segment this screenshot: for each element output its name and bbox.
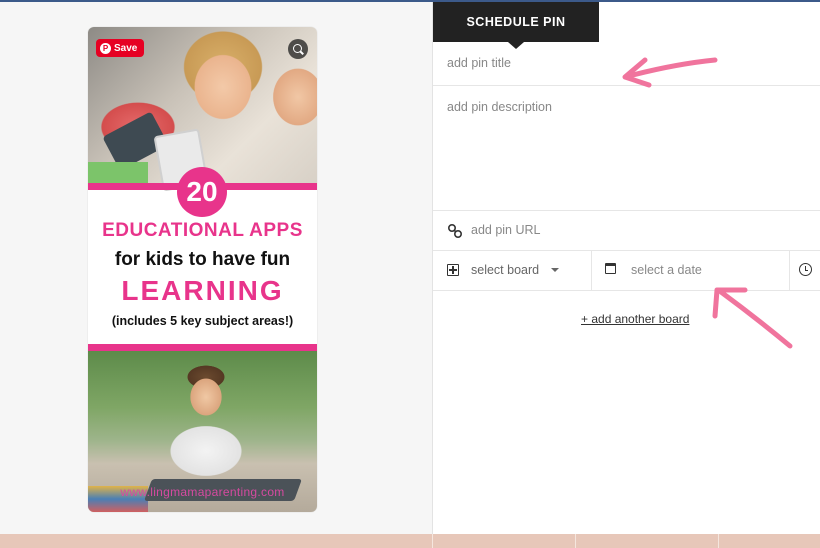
- pin-url-input[interactable]: add pin URL: [433, 211, 820, 251]
- bottom-bar-divider: [575, 534, 576, 548]
- pin-title-input[interactable]: add pin title: [433, 42, 820, 86]
- select-date-placeholder: select a date: [631, 263, 702, 277]
- tab-schedule-pin[interactable]: SCHEDULE PIN: [433, 2, 599, 49]
- pin-description-placeholder: add pin description: [447, 100, 552, 114]
- calendar-icon: [605, 263, 616, 274]
- pin-url-placeholder: add pin URL: [471, 223, 541, 237]
- select-time-button[interactable]: [789, 251, 820, 290]
- pin-title-placeholder: add pin title: [447, 56, 511, 70]
- clock-icon: [799, 263, 812, 276]
- board-date-row: select board select a date: [433, 251, 820, 291]
- pin-description-input[interactable]: add pin description: [433, 86, 820, 211]
- select-date-input[interactable]: select a date: [591, 251, 790, 290]
- keyword-text: LEARNING: [121, 275, 284, 306]
- bottom-bar-divider: [718, 534, 719, 548]
- visual-search-icon[interactable]: [288, 39, 308, 59]
- save-label: Save: [114, 42, 138, 54]
- chevron-down-icon: [551, 268, 559, 272]
- add-another-board-link[interactable]: + add another board: [581, 312, 689, 326]
- note-text: (includes 5 key subject areas!): [111, 314, 294, 328]
- pinterest-icon: P: [100, 42, 111, 54]
- pink-divider-bottom: [88, 344, 317, 351]
- subline-text: for kids to have fun: [114, 249, 291, 270]
- select-board-dropdown[interactable]: select board: [433, 251, 592, 290]
- link-icon: [447, 223, 463, 239]
- headline-text: EDUCATIONAL APPS: [102, 220, 303, 241]
- pin-preview-pane: P Save 20 EDUCATIONAL APPS for kids to h…: [0, 2, 432, 534]
- select-board-label: select board: [471, 263, 540, 277]
- number-badge: 20: [177, 167, 227, 217]
- schedule-pin-form: SCHEDULE PIN add pin title add pin descr…: [432, 2, 820, 534]
- bottom-bar: [0, 534, 820, 548]
- pinterest-save-button[interactable]: P Save: [96, 39, 145, 57]
- site-url-watermark: www.lingmamaparenting.com: [120, 485, 285, 499]
- pin-image-card[interactable]: P Save 20 EDUCATIONAL APPS for kids to h…: [88, 27, 317, 512]
- bottom-bar-divider: [432, 534, 433, 548]
- add-board-icon: [447, 264, 459, 276]
